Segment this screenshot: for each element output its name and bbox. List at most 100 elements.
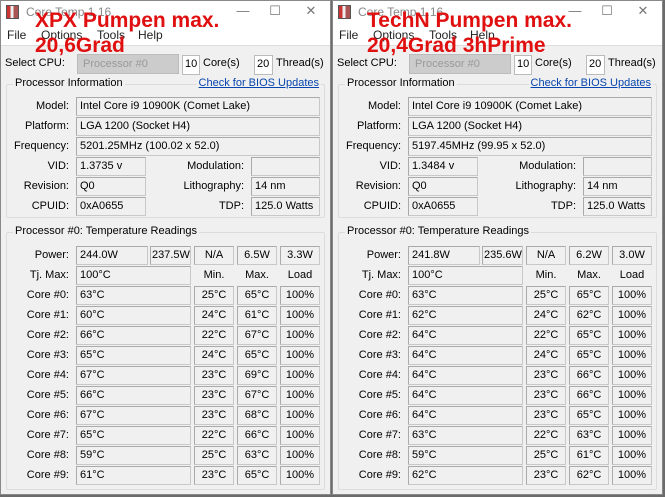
core-temp: 62°C [408,306,523,325]
core-max: 63°C [569,426,609,445]
frequency-label: Frequency: [13,140,69,152]
cpuid-label: CPUID: [363,200,401,212]
max-header: Max. [245,269,269,281]
power-label: Power: [366,249,401,261]
core-max: 69°C [237,366,277,385]
frequency-value: 5201.25MHz (100.02 x 52.0) [76,137,320,156]
core-label: Core #4: [26,369,69,381]
core-min: 23°C [194,466,234,485]
tjmax-label: Tj. Max: [29,269,69,281]
cpuid-value: 0xA0655 [408,197,478,216]
tdp-value: 125.0 Watts [251,197,320,216]
lithography-label: Lithography: [515,180,576,192]
core-label: Core #9: [358,469,401,481]
vid-label: VID: [379,160,401,172]
platform-value: LGA 1200 (Socket H4) [76,117,320,136]
minimize-button[interactable]: — [228,3,258,21]
core-load: 100% [280,466,320,485]
core-min: 23°C [526,406,566,425]
core-temp: 64°C [408,346,523,365]
core-temp: 66°C [76,326,191,345]
processor-information-title: Processor Information [13,77,125,89]
core-max: 62°C [569,466,609,485]
core-label: Core #2: [26,329,69,341]
core-label: Core #1: [358,309,401,321]
core-temp: 65°C [76,426,191,445]
processor-select[interactable]: Processor #0 [409,54,511,74]
core-max: 65°C [569,346,609,365]
core-min: 22°C [194,326,234,345]
revision-value: Q0 [408,177,478,196]
core-max: 65°C [237,286,277,305]
core-label: Core #2: [358,329,401,341]
core-max: 68°C [237,406,277,425]
model-label: Model: [367,100,401,112]
power-value-0: 244.0W [76,246,148,265]
core-temp-window: Core Temp 1.16— ☐ ✕ File Options Tools Help Tec… [332,0,663,495]
processor-select[interactable]: Processor #0 [77,54,179,74]
load-header: Load [619,269,645,281]
load-header: Load [287,269,313,281]
core-max: 65°C [237,346,277,365]
modulation-value [251,157,320,176]
core-load: 100% [280,426,320,445]
core-temp: 67°C [76,406,191,425]
tjmax-value: 100°C [76,266,191,285]
power-value-1: 237.5W [150,246,191,265]
bios-updates-link[interactable]: Check for BIOS Updates [528,77,653,89]
cores-label: Core(s) [203,57,240,69]
core-temp: 67°C [76,366,191,385]
core-min: 23°C [194,386,234,405]
core-temp-window: Core Temp 1.16— ☐ ✕ File Options Tools Help XPX… [0,0,331,495]
core-min: 24°C [194,346,234,365]
app-icon [6,5,19,19]
close-button[interactable]: ✕ [296,3,326,21]
power-value-2: N/A [194,246,234,265]
core-load: 100% [280,286,320,305]
core-temp: 60°C [76,306,191,325]
model-value: Intel Core i9 10900K (Comet Lake) [76,97,320,116]
core-label: Core #6: [358,409,401,421]
tdp-label: TDP: [550,200,576,212]
core-max: 65°C [569,406,609,425]
frequency-label: Frequency: [345,140,401,152]
core-max: 65°C [569,286,609,305]
core-max: 65°C [237,466,277,485]
threads-label: Thread(s) [276,57,324,69]
core-min: 23°C [194,406,234,425]
core-label: Core #7: [26,429,69,441]
maximize-button[interactable]: ☐ [592,3,622,21]
bios-updates-link[interactable]: Check for BIOS Updates [196,77,321,89]
modulation-label: Modulation: [187,160,244,172]
tjmax-value: 100°C [408,266,523,285]
core-load: 100% [280,346,320,365]
revision-value: Q0 [76,177,146,196]
core-load: 100% [280,326,320,345]
max-header: Max. [577,269,601,281]
menu-file[interactable]: File [7,28,26,42]
menu-file[interactable]: File [339,28,358,42]
core-label: Core #1: [26,309,69,321]
core-load: 100% [612,366,652,385]
core-temp: 66°C [76,386,191,405]
lithography-label: Lithography: [183,180,244,192]
power-value-2: N/A [526,246,566,265]
core-min: 22°C [526,426,566,445]
core-label: Core #3: [358,349,401,361]
core-max: 66°C [237,426,277,445]
cores-label: Core(s) [535,57,572,69]
tjmax-label: Tj. Max: [361,269,401,281]
core-label: Core #8: [358,449,401,461]
core-temp: 63°C [76,286,191,305]
core-min: 24°C [526,306,566,325]
maximize-button[interactable]: ☐ [260,3,290,21]
threads-label: Thread(s) [608,57,656,69]
core-load: 100% [612,426,652,445]
core-min: 22°C [526,326,566,345]
core-load: 100% [612,286,652,305]
core-min: 23°C [526,386,566,405]
core-min: 25°C [526,286,566,305]
close-button[interactable]: ✕ [628,3,658,21]
core-label: Core #8: [26,449,69,461]
modulation-value [583,157,652,176]
